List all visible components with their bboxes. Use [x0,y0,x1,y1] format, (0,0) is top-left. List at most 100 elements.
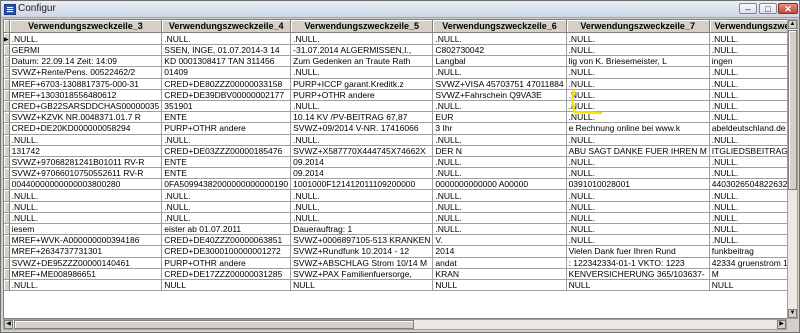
table-cell[interactable]: .NULL. [432,66,567,79]
table-cell[interactable]: .NULL. [432,212,567,225]
table-cell[interactable]: CRED+DE17ZZZ00000031285 [161,268,292,280]
table-cell[interactable]: 44030265048226324 [709,178,787,191]
table-cell[interactable]: .NULL. [566,201,710,213]
table-row[interactable]: .NULL. .NULL. .NULL. .NULL. .NULL. .NULL. [4,212,787,225]
table-row[interactable]: CRED+GB22SARSDDCHAS00000035 351901 .NULL..… [4,100,787,113]
table-cell[interactable]: ABU SAGT DANKE FUER IHREN M [566,145,710,157]
table-row[interactable]: .NULL. NULL NULL NULL NULL NULL [4,279,787,292]
table-cell[interactable]: .NULL. [161,212,292,225]
horizontal-scrollbar[interactable]: ◀ ▶ [3,319,787,330]
table-cell[interactable]: .NULL. [566,156,710,169]
table-cell[interactable]: PURP+OTHR andere [161,122,292,135]
column-header[interactable]: Verwendungszweckzeile_3 [9,20,163,33]
table-row[interactable]: MREF+ME008986651 CRED+DE17ZZZ00000031285 S… [4,268,787,280]
table-cell[interactable]: SVWZ+0006897105-513 KRANKEN [290,234,434,247]
table-cell[interactable]: .NULL. [709,156,787,169]
table-cell[interactable]: .NULL. [709,89,787,101]
table-cell[interactable]: SVWZ+X587770X444745X74662X [290,145,434,157]
table-cell[interactable]: CRED+DE20KD000000058294 [9,122,163,135]
table-cell[interactable]: 1001000F121412011109200000 [290,178,434,191]
table-cell[interactable]: NULL [432,279,567,292]
table-row[interactable]: ▶ .NULL. .NULL. .NULL. .NULL. .NULL. .NULL. [4,32,787,45]
table-cell[interactable]: .NULL. [709,167,787,180]
close-button[interactable]: ✕ [778,3,798,14]
table-cell[interactable]: Datum: 22.09.14 Zeit: 14:09 [9,55,163,68]
table-cell[interactable]: MREF+WVK-A000000000394186 [9,234,163,247]
table-cell[interactable]: SVWZ+Rundfunk 10.2014 - 12 [290,245,434,258]
table-cell[interactable]: CRED+DE40ZZZ00000063851 [161,234,292,247]
table-row[interactable]: .NULL. .NULL. .NULL. .NULL. .NULL. .NULL. [4,201,787,213]
table-cell[interactable]: .NULL. [566,32,710,45]
scroll-left-button[interactable]: ◀ [4,320,13,329]
table-cell[interactable]: .NULL. [709,100,787,113]
table-cell[interactable]: .NULL. [709,111,787,124]
table-row[interactable]: iesem eister ab 01.07.2011 Dauerauftrag: 1… [4,223,787,236]
table-cell[interactable]: lig von K. Briesemeister, L [566,55,710,68]
table-cell[interactable]: EUR [432,111,567,124]
table-cell[interactable]: abeldeutschland.de [709,122,787,135]
table-cell[interactable]: MREF+2634737731301 [9,245,163,258]
table-cell[interactable]: .NULL. [709,189,787,202]
table-cell[interactable]: .NULL. [161,201,292,213]
table-row[interactable]: SVWZ+DE95ZZZ00000140461 PURP+OTHR andere S… [4,257,787,269]
table-cell[interactable]: 00440000000000003800280 [9,178,163,191]
table-cell[interactable]: .NULL. [432,156,567,169]
table-cell[interactable]: iesem [9,223,163,236]
table-row[interactable]: 00440000000000003800280 0FA50994382000000… [4,178,787,191]
table-row[interactable]: SVWZ+KZVK NR.0048371.01.7 R ENTE 10.14 KV … [4,111,787,124]
table-cell[interactable]: .NULL. [566,44,710,57]
table-cell[interactable]: .NULL. [9,212,163,225]
table-cell[interactable]: SVWZ+Fahrschein Q9VA3E [432,89,567,101]
table-cell[interactable]: SVWZ+DE95ZZZ00000140461 [9,257,163,269]
table-cell[interactable]: CRED+DE80ZZZ00000033158 [161,78,292,90]
table-cell[interactable]: -31.07.2014 ALGERMISSEN,I., [290,44,434,57]
column-header[interactable]: Verwendungszweckzeile_4 [161,20,292,33]
table-cell[interactable]: .NULL. [432,100,567,113]
table-row[interactable]: MREF+1303018556480612 CRED+DE39DBV0000000… [4,89,787,101]
table-cell[interactable]: 10.14 KV /PV-BEITRAG 67,87 [290,111,434,124]
table-cell[interactable]: Dauerauftrag: 1 [290,223,434,236]
table-cell[interactable]: eister ab 01.07.2011 [161,223,292,236]
table-cell[interactable]: KENVERSICHERUNG 365/103637- [566,268,710,280]
table-cell[interactable]: PURP+OTHR andere [161,257,292,269]
table-cell[interactable]: .NULL. [709,201,787,213]
table-cell[interactable]: NULL [709,279,787,292]
table-cell[interactable]: .NULL. [290,100,434,113]
table-cell[interactable]: .NULL. [566,167,710,180]
table-cell[interactable]: 0391010028001 [566,178,710,191]
table-cell[interactable]: .NULL. [709,234,787,247]
table-cell[interactable]: SVWZ+Rente/Pens. 00522462/2 [9,66,163,79]
table-cell[interactable]: .NULL. [566,66,710,79]
table-cell[interactable]: .NULL. [432,223,567,236]
table-cell[interactable]: SVWZ+PAX Familienfuersorge, [290,268,434,280]
data-grid[interactable]: Verwendungszweckzeile_3 Verwendungszweckz… [3,19,788,319]
table-cell[interactable]: .NULL. [161,32,292,45]
table-cell[interactable]: DER N [432,145,567,157]
minimize-button[interactable]: – [739,3,757,14]
horizontal-scroll-thumb[interactable] [14,320,414,329]
table-cell[interactable]: .NULL. [566,212,710,225]
table-cell[interactable]: .NULL. [709,66,787,79]
table-cell[interactable]: 3 Ihr [432,122,567,135]
table-cell[interactable]: SVWZ+97066010750552611 RV-R [9,167,163,180]
column-header[interactable]: Verwendungszweckzeile_7 [566,20,710,33]
table-cell[interactable]: andat [432,257,567,269]
table-cell[interactable]: CRED+DE03ZZZ00000185476 [161,145,292,157]
table-cell[interactable]: Vielen Dank fuer Ihren Rund [566,245,710,258]
table-cell[interactable]: .NULL. [566,111,710,124]
title-bar[interactable]: Configur – □ ✕ [1,1,799,18]
table-cell[interactable]: .NULL. [432,201,567,213]
table-cell[interactable]: .NULL. [709,223,787,236]
table-cell[interactable]: 0FA50994382000000000000190 [161,178,292,191]
table-cell[interactable]: KD 0001308417 TAN 311456 [161,55,292,68]
table-cell[interactable]: SVWZ+97068281241B01011 RV-R [9,156,163,169]
table-row[interactable]: 131742 CRED+DE03ZZZ00000185476 SVWZ+X58777… [4,145,787,157]
table-cell[interactable]: .NULL. [566,78,710,90]
table-cell[interactable]: .NULL. [9,279,163,292]
table-cell[interactable]: e Rechnung online bei www.k [566,122,710,135]
column-header[interactable]: Verwendungszweckzeile_5 [290,20,434,33]
table-cell[interactable]: .NULL. [290,134,434,146]
scroll-right-button[interactable]: ▶ [777,320,786,329]
table-cell[interactable]: .NULL. [9,32,163,45]
table-row[interactable]: .NULL. .NULL. .NULL. .NULL. .NULL. .NULL. [4,134,787,146]
